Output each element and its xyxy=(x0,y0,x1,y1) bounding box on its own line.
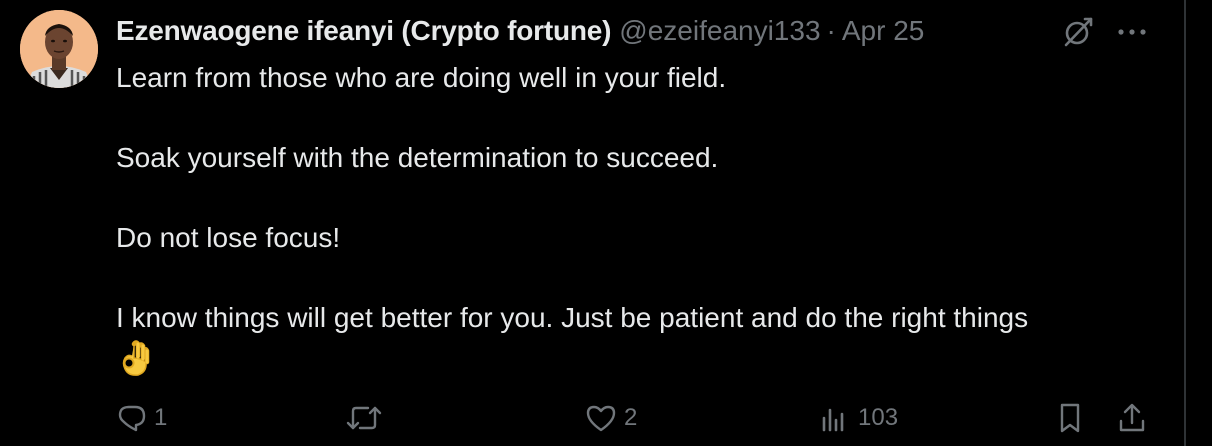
reply-count: 1 xyxy=(154,404,168,431)
share-icon xyxy=(1116,401,1148,435)
grok-icon[interactable] xyxy=(1060,14,1096,50)
separator-dot: · xyxy=(826,15,836,46)
ok-hand-emoji xyxy=(116,338,150,378)
more-icon[interactable] xyxy=(1114,18,1150,46)
reply-icon xyxy=(116,402,148,434)
like-button[interactable]: 2 xyxy=(584,396,637,440)
emoji-line xyxy=(116,338,1156,378)
display-name[interactable]: Ezenwaogene ifeanyi (Crypto fortune) xyxy=(116,15,611,47)
retweet-button[interactable] xyxy=(344,396,390,440)
analytics-icon xyxy=(818,402,852,434)
tweet-line: Do not lose focus! xyxy=(116,222,341,253)
avatar[interactable] xyxy=(20,10,98,88)
like-count: 2 xyxy=(624,404,638,431)
tweet-line: Soak yourself with the determination to … xyxy=(116,142,719,173)
bookmark-icon xyxy=(1054,401,1086,435)
views-button[interactable]: 103 xyxy=(818,396,898,440)
views-count: 103 xyxy=(858,404,899,431)
user-handle[interactable]: @ezeifeanyi133 xyxy=(619,15,820,47)
tweet-card[interactable]: Ezenwaogene ifeanyi (Crypto fortune) @ez… xyxy=(0,0,1184,446)
retweet-icon xyxy=(344,402,384,434)
tweet-line: I know things will get better for you. J… xyxy=(116,302,1029,333)
tweet-line: Learn from those who are doing well in y… xyxy=(116,62,727,93)
tweet-actions: 1 2 103 xyxy=(116,396,1156,440)
reply-button[interactable]: 1 xyxy=(116,396,167,440)
post-date[interactable]: Apr 25 xyxy=(842,15,925,47)
tweet-header: Ezenwaogene ifeanyi (Crypto fortune) @ez… xyxy=(116,13,924,49)
share-button[interactable] xyxy=(1116,396,1148,440)
bookmark-button[interactable] xyxy=(1054,396,1086,440)
heart-icon xyxy=(584,402,618,434)
tweet-text: Learn from those who are doing well in y… xyxy=(116,58,1156,378)
column-divider xyxy=(1184,0,1186,446)
